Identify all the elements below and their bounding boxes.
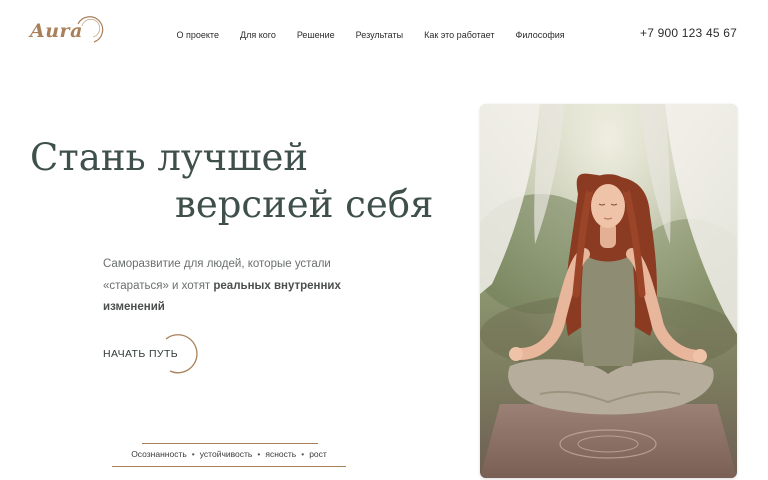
hero-subtitle: Саморазвитие для людей, которые устали «… [103, 254, 343, 319]
nav-item-how-it-works[interactable]: Как это работает [414, 27, 505, 43]
phone-link[interactable]: +7 900 123 45 67 [640, 26, 737, 40]
value-tag: рост [309, 449, 327, 459]
values-strip: Осознанность • устойчивость • ясность • рост [112, 443, 346, 467]
nav-item-about[interactable]: О проекте [166, 27, 229, 43]
nav-item-solution[interactable]: Решение [286, 27, 345, 43]
logo[interactable]: Aura [30, 14, 106, 48]
site-header: Aura О проекте Для кого Решение Результа… [0, 0, 768, 70]
nav-item-audience[interactable]: Для кого [229, 27, 286, 43]
value-tag: Осознанность [131, 449, 187, 459]
values-divider-top [142, 443, 318, 444]
logo-arc-icon [77, 16, 104, 43]
nav-item-results[interactable]: Результаты [345, 27, 413, 43]
bullet-icon: • [301, 449, 305, 459]
bullet-icon: • [191, 449, 195, 459]
photo-illustration [480, 104, 737, 478]
main-nav: О проекте Для кого Решение Результаты Ка… [166, 27, 575, 43]
hero-title-line2: версией себя [175, 183, 434, 226]
nav-item-philosophy[interactable]: Философия [505, 27, 575, 43]
values-list: Осознанность • устойчивость • ясность • рост [112, 449, 346, 459]
hero-photo-meditating-woman [480, 104, 737, 478]
hero-title-line1: Стань лучшей [30, 136, 309, 179]
values-divider-bottom [112, 466, 346, 467]
start-journey-button[interactable]: НАЧАТЬ ПУТЬ [103, 333, 203, 375]
bullet-icon: • [257, 449, 261, 459]
value-tag: устойчивость [199, 449, 253, 459]
cta-label: НАЧАТЬ ПУТЬ [103, 348, 179, 360]
value-tag: ясность [265, 449, 297, 459]
hero-title: Стань лучшей версией себя [30, 134, 433, 228]
